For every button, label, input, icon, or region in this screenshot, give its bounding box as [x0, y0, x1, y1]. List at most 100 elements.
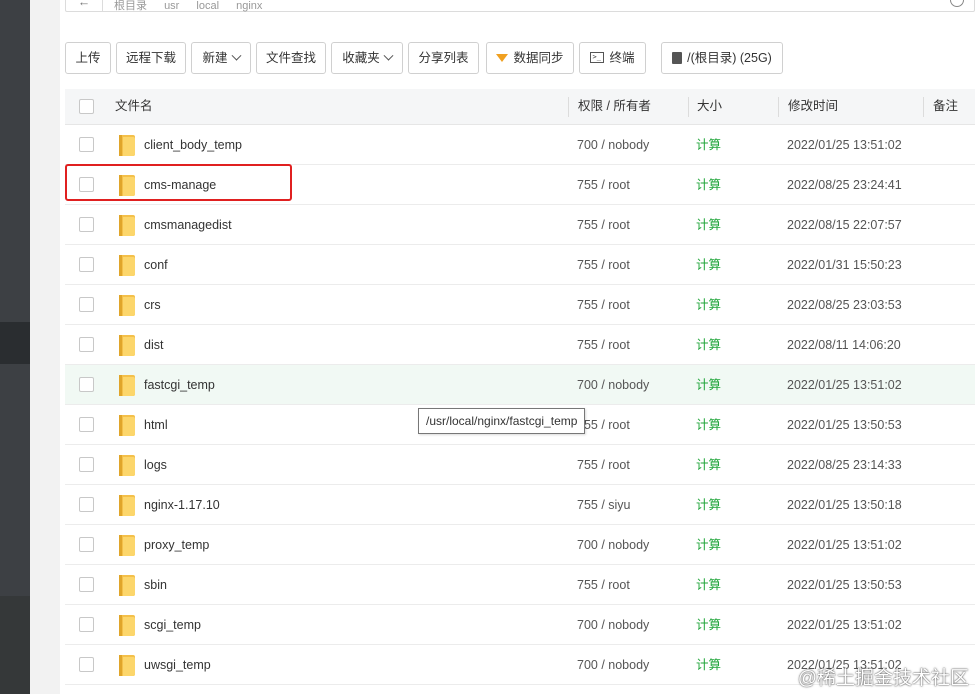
select-all-checkbox[interactable] [79, 99, 94, 114]
table-row[interactable]: cms-manage 755 / root 计算 2022/08/25 23:24:4… [65, 165, 975, 205]
share-list-button[interactable]: 分享列表 [408, 42, 479, 74]
file-name-link[interactable]: logs [144, 445, 167, 484]
header-permission[interactable]: 权限 / 所有者 [578, 89, 651, 124]
calculate-size-link[interactable]: 计算 [696, 485, 721, 524]
breadcrumb-item[interactable]: usr [164, 0, 179, 12]
file-name-link[interactable]: client_body_temp [144, 125, 242, 164]
row-checkbox[interactable] [79, 497, 94, 512]
modified-time: 2022/08/25 23:24:41 [787, 178, 902, 192]
terminal-label: 终端 [609, 51, 635, 65]
row-checkbox[interactable] [79, 217, 94, 232]
disk-button[interactable]: /(根目录) (25G) [661, 42, 783, 74]
row-checkbox[interactable] [79, 417, 94, 432]
column-divider[interactable] [923, 97, 924, 117]
column-divider[interactable] [688, 97, 689, 117]
new-dropdown-button[interactable]: 新建 [191, 42, 251, 74]
table-row[interactable]: fastcgi_temp 700 / nobody 计算 2022/01/25 13:… [65, 365, 975, 405]
row-checkbox[interactable] [79, 377, 94, 392]
path-bar[interactable]: ← 根目录 usr local nginx [65, 0, 975, 12]
folder-icon [119, 135, 135, 156]
table-row[interactable]: dist 755 / root 计算 2022/08/11 14:06:20 [65, 325, 975, 365]
calculate-size-link[interactable]: 计算 [696, 285, 721, 324]
permission-owner[interactable]: 755 / root [577, 445, 630, 484]
back-button[interactable]: ← [66, 0, 103, 11]
column-divider[interactable] [568, 97, 569, 117]
table-row[interactable]: conf 755 / root 计算 2022/01/31 15:50:23 [65, 245, 975, 285]
file-name-link[interactable]: conf [144, 245, 168, 284]
row-checkbox[interactable] [79, 297, 94, 312]
permission-owner[interactable]: 700 / nobody [577, 525, 649, 564]
row-checkbox[interactable] [79, 457, 94, 472]
permission-owner[interactable]: 755 / root [577, 165, 630, 204]
calculate-size-link[interactable]: 计算 [696, 405, 721, 444]
calculate-size-link[interactable]: 计算 [696, 525, 721, 564]
table-row[interactable]: proxy_temp 700 / nobody 计算 2022/01/25 13:51… [65, 525, 975, 565]
file-name-link[interactable]: nginx-1.17.10 [144, 485, 220, 524]
calculate-size-link[interactable]: 计算 [696, 365, 721, 404]
calculate-size-link[interactable]: 计算 [696, 645, 721, 684]
permission-owner[interactable]: 755 / root [577, 205, 630, 244]
calculate-size-link[interactable]: 计算 [696, 325, 721, 364]
folder-icon [119, 495, 135, 516]
table-row[interactable]: nginx-1.17.10 755 / siyu 计算 2022/01/25 13:5… [65, 485, 975, 525]
calculate-size-link[interactable]: 计算 [696, 445, 721, 484]
file-name-link[interactable]: proxy_temp [144, 525, 209, 564]
permission-owner[interactable]: 755 / root [577, 565, 630, 604]
refresh-icon[interactable] [950, 0, 964, 7]
row-checkbox[interactable] [79, 577, 94, 592]
permission-owner[interactable]: 700 / nobody [577, 605, 649, 644]
row-checkbox[interactable] [79, 617, 94, 632]
row-checkbox[interactable] [79, 137, 94, 152]
breadcrumb-item[interactable]: 根目录 [114, 0, 147, 12]
table-row[interactable]: sbin 755 / root 计算 2022/01/25 13:50:53 [65, 565, 975, 605]
table-row[interactable]: cmsmanagedist 755 / root 计算 2022/08/15 22:0… [65, 205, 975, 245]
file-name-link[interactable]: crs [144, 285, 161, 324]
favorites-dropdown-button[interactable]: 收藏夹 [331, 42, 403, 74]
calculate-size-link[interactable]: 计算 [696, 205, 721, 244]
table-row[interactable]: logs 755 / root 计算 2022/08/25 23:14:33 [65, 445, 975, 485]
permission-owner[interactable]: 755 / root [577, 285, 630, 324]
table-row[interactable]: crs 755 / root 计算 2022/08/25 23:03:53 [65, 285, 975, 325]
file-name-link[interactable]: scgi_temp [144, 605, 201, 644]
permission-owner[interactable]: 755 / root [577, 325, 630, 364]
header-name[interactable]: 文件名 [115, 89, 153, 124]
file-name-link[interactable]: cms-manage [144, 165, 216, 204]
terminal-button[interactable]: >_ 终端 [579, 42, 646, 74]
permission-owner[interactable]: 700 / nobody [577, 645, 649, 684]
calculate-size-link[interactable]: 计算 [696, 245, 721, 284]
header-note[interactable]: 备注 [933, 89, 958, 124]
remote-download-button[interactable]: 远程下载 [116, 42, 186, 74]
permission-owner[interactable]: 700 / nobody [577, 365, 649, 404]
calculate-size-link[interactable]: 计算 [696, 565, 721, 604]
calculate-size-link[interactable]: 计算 [696, 165, 721, 204]
file-name-link[interactable]: html [144, 405, 168, 444]
file-search-button[interactable]: 文件查找 [256, 42, 326, 74]
file-name-link[interactable]: dist [144, 325, 163, 364]
header-modified[interactable]: 修改时间 [788, 89, 838, 124]
row-checkbox[interactable] [79, 177, 94, 192]
file-name-link[interactable]: uwsgi_temp [144, 645, 211, 684]
file-name-link[interactable]: cmsmanagedist [144, 205, 232, 244]
row-checkbox[interactable] [79, 657, 94, 672]
table-row[interactable]: uwsgi_temp 700 / nobody 计算 2022/01/25 13:51… [65, 645, 975, 685]
breadcrumb-item[interactable]: local [196, 0, 219, 12]
data-sync-button[interactable]: 数据同步 [486, 42, 574, 74]
terminal-icon: >_ [590, 52, 605, 64]
calculate-size-link[interactable]: 计算 [696, 605, 721, 644]
row-checkbox[interactable] [79, 537, 94, 552]
row-checkbox[interactable] [79, 337, 94, 352]
row-checkbox[interactable] [79, 257, 94, 272]
table-row[interactable]: scgi_temp 700 / nobody 计算 2022/01/25 13:51:… [65, 605, 975, 645]
permission-owner[interactable]: 755 / siyu [577, 485, 631, 524]
calculate-size-link[interactable]: 计算 [696, 125, 721, 164]
file-name-link[interactable]: sbin [144, 565, 167, 604]
table-row[interactable]: client_body_temp 700 / nobody 计算 2022/01/25… [65, 125, 975, 165]
permission-owner[interactable]: 700 / nobody [577, 125, 649, 164]
file-name-link[interactable]: fastcgi_temp [144, 365, 215, 404]
breadcrumb-item[interactable]: nginx [236, 0, 262, 12]
header-size[interactable]: 大小 [697, 89, 722, 124]
column-divider[interactable] [778, 97, 779, 117]
upload-button[interactable]: 上传 [65, 42, 111, 74]
permission-owner[interactable]: 755 / root [577, 245, 630, 284]
sidebar-active-item[interactable] [0, 322, 30, 364]
